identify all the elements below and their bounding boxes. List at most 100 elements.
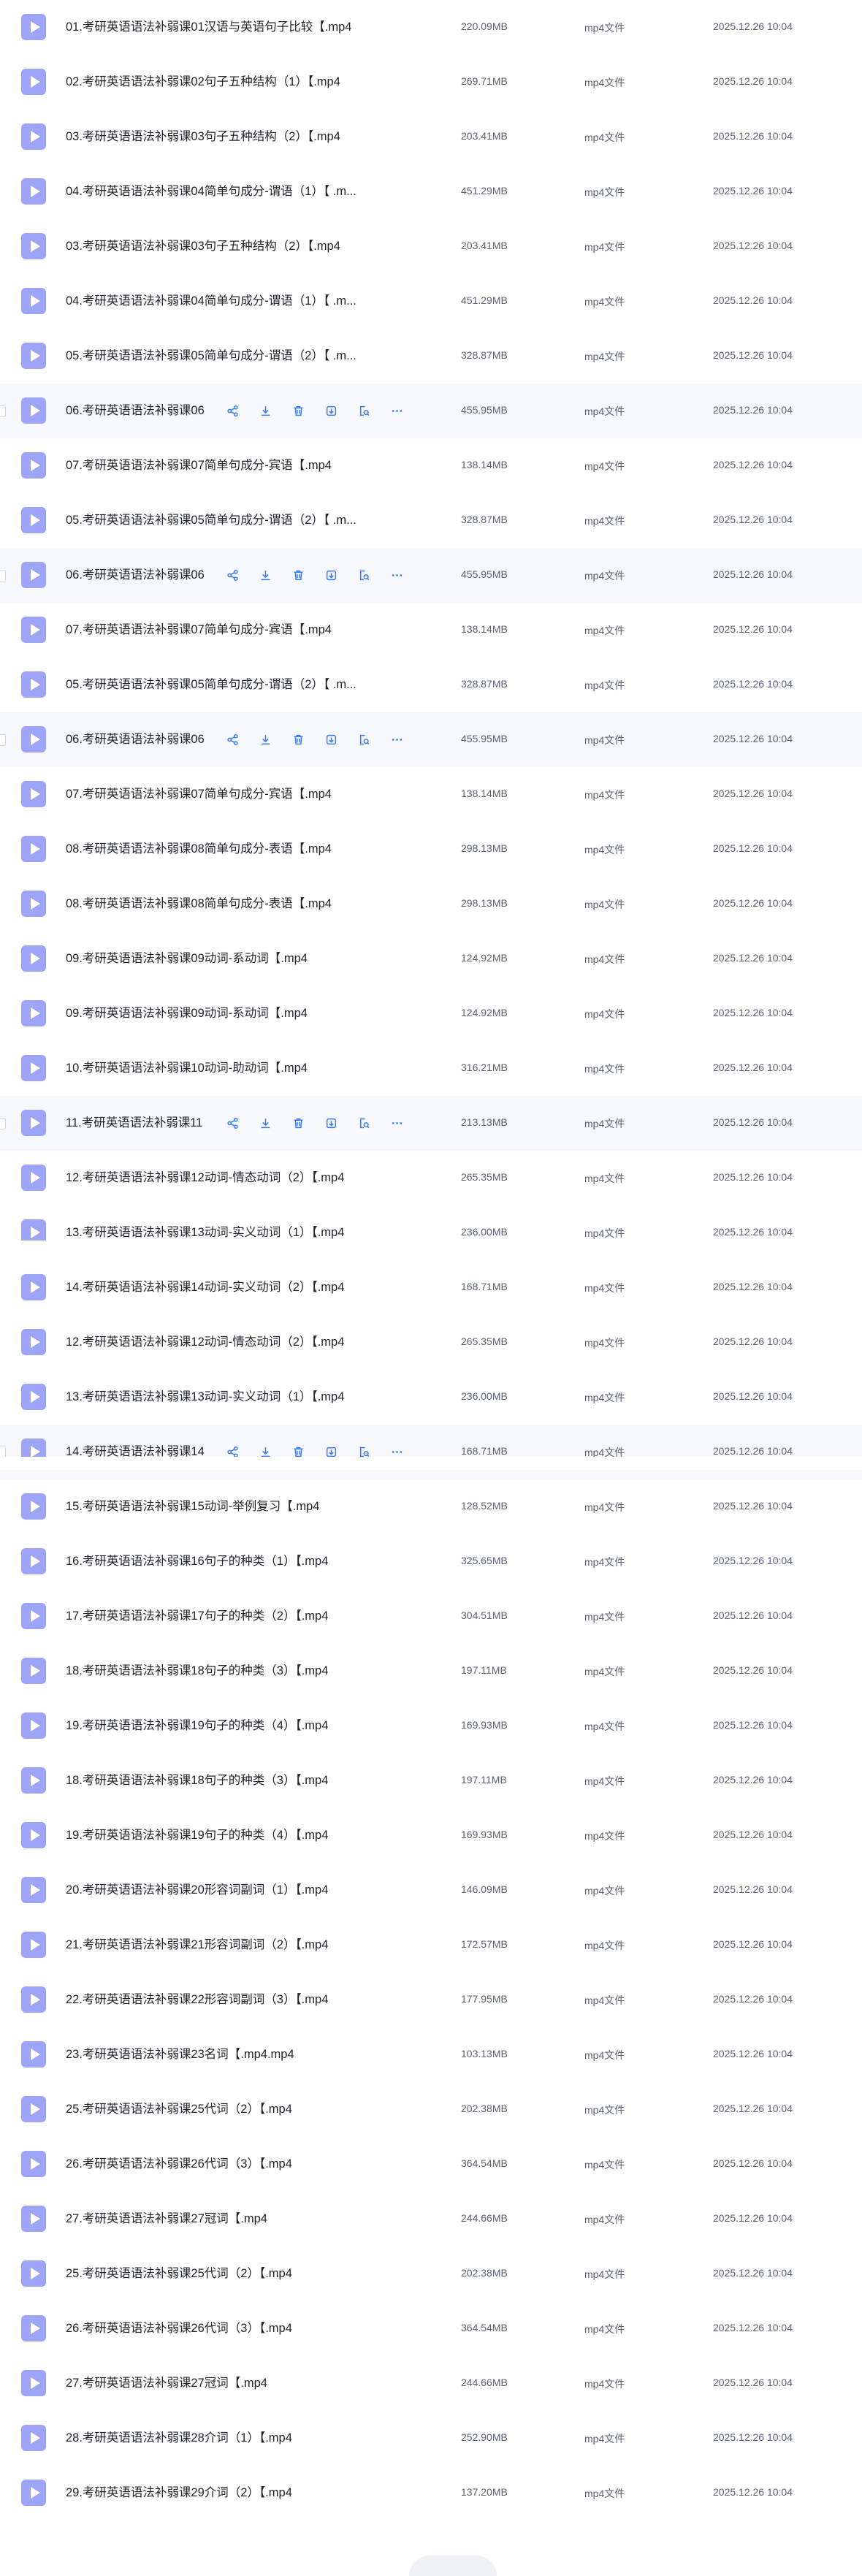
file-row[interactable]: 06.考研英语语法补弱课06 455.95MB mp4文件 2025.12.26 10… (0, 384, 862, 438)
file-name[interactable]: 02.考研英语语法补弱课02句子五种结构（1）【.mp4 (66, 74, 446, 90)
download-icon[interactable] (249, 731, 282, 747)
file-row[interactable]: 21.考研英语语法补弱课21形容词副词（2）【.mp4 172.57MB mp4文件… (0, 1918, 862, 1973)
delete-icon[interactable] (282, 567, 315, 583)
file-name[interactable]: 11.考研英语语法补弱课11 (66, 1115, 212, 1131)
file-row[interactable]: 03.考研英语语法补弱课03句子五种结构（2）【.mp4 203.41MB mp4文… (0, 110, 862, 164)
file-name[interactable]: 06.考研英语语法补弱课06 (66, 731, 212, 747)
file-row[interactable]: 14.考研英语语法补弱课14 168.71MB mp4文件 2025.12.26 10… (0, 1425, 862, 1479)
file-row[interactable]: 04.考研英语语法补弱课04简单句成分-谓语（1）【 .m... 451.29MB… (0, 164, 862, 219)
delete-icon[interactable] (282, 731, 315, 747)
search-file-icon[interactable] (348, 403, 381, 419)
download-icon[interactable] (249, 1115, 282, 1131)
file-name[interactable]: 17.考研英语语法补弱课17句子的种类（2）【.mp4 (66, 1608, 446, 1624)
file-name[interactable]: 05.考研英语语法补弱课05简单句成分-谓语（2）【 .m... (66, 677, 446, 693)
more-icon[interactable] (381, 731, 413, 747)
file-row[interactable]: 17.考研英语语法补弱课17句子的种类（2）【.mp4 304.51MB mp4文件… (0, 1589, 862, 1644)
file-name[interactable]: 25.考研英语语法补弱课25代词（2）【.mp4 (66, 2266, 446, 2282)
file-row[interactable]: 05.考研英语语法补弱课05简单句成分-谓语（2）【 .m... 328.87MB… (0, 493, 862, 548)
file-row[interactable]: 22.考研英语语法补弱课22形容词副词（3）【.mp4 177.95MB mp4文件… (0, 1973, 862, 2027)
download-icon[interactable] (249, 403, 282, 419)
file-name[interactable]: 27.考研英语语法补弱课27冠词【.mp4 (66, 2375, 446, 2391)
file-row[interactable]: 29.考研英语语法补弱课29介词（2）【.mp4 137.20MB mp4文件 202… (0, 2466, 862, 2520)
file-name[interactable]: 10.考研英语语法补弱课10动词-助动词【.mp4 (66, 1060, 446, 1076)
file-name[interactable]: 06.考研英语语法补弱课06 (66, 403, 212, 419)
file-name[interactable]: 03.考研英语语法补弱课03句子五种结构（2）【.mp4 (66, 238, 446, 254)
file-name[interactable]: 06.考研英语语法补弱课06 (66, 567, 212, 583)
file-name[interactable]: 29.考研英语语法补弱课29介词（2）【.mp4 (66, 2485, 446, 2501)
move-icon[interactable] (315, 1115, 348, 1131)
file-name[interactable]: 16.考研英语语法补弱课16句子的种类（1）【.mp4 (66, 1553, 446, 1569)
file-name[interactable]: 20.考研英语语法补弱课20形容词副词（1）【.mp4 (66, 1882, 446, 1898)
row-checkbox[interactable] (0, 570, 6, 582)
file-name[interactable]: 05.考研英语语法补弱课05简单句成分-谓语（2）【 .m... (66, 348, 446, 364)
file-name[interactable]: 19.考研英语语法补弱课19句子的种类（4）【.mp4 (66, 1718, 446, 1734)
file-name[interactable]: 03.考研英语语法补弱课03句子五种结构（2）【.mp4 (66, 129, 446, 145)
file-name[interactable]: 07.考研英语语法补弱课07简单句成分-宾语【.mp4 (66, 622, 446, 638)
scroll-top-button[interactable] (409, 2556, 497, 2576)
file-name[interactable]: 26.考研英语语法补弱课26代词（3）【.mp4 (66, 2320, 446, 2336)
file-row[interactable]: 15.考研英语语法补弱课15动词-举例复习【.mp4 128.52MB mp4文件 2… (0, 1479, 862, 1534)
file-name[interactable]: 18.考研英语语法补弱课18句子的种类（3）【.mp4 (66, 1663, 446, 1679)
file-row[interactable]: 06.考研英语语法补弱课06 455.95MB mp4文件 2025.12.26 10… (0, 712, 862, 767)
file-name[interactable]: 05.考研英语语法补弱课05简单句成分-谓语（2）【 .m... (66, 512, 446, 528)
file-name[interactable]: 04.考研英语语法补弱课04简单句成分-谓语（1）【 .m... (66, 293, 446, 309)
download-icon[interactable] (249, 567, 282, 583)
file-name[interactable]: 26.考研英语语法补弱课26代词（3）【.mp4 (66, 2156, 446, 2172)
file-name[interactable]: 13.考研英语语法补弱课13动词-实义动词（1）【.mp4 (66, 1224, 446, 1241)
file-name[interactable]: 01.考研英语语法补弱课01汉语与英语句子比较【.mp4 (66, 19, 446, 35)
file-name[interactable]: 14.考研英语语法补弱课14动词-实义动词（2）【.mp4 (66, 1279, 446, 1295)
file-name[interactable]: 27.考研英语语法补弱课27冠词【.mp4 (66, 2211, 446, 2227)
file-row[interactable]: 07.考研英语语法补弱课07简单句成分-宾语【.mp4 138.14MB mp4文件… (0, 603, 862, 658)
more-icon[interactable] (381, 403, 413, 419)
file-name[interactable]: 25.考研英语语法补弱课25代词（2）【.mp4 (66, 2101, 446, 2117)
search-file-icon[interactable] (348, 1115, 381, 1131)
file-row[interactable]: 19.考研英语语法补弱课19句子的种类（4）【.mp4 169.93MB mp4文件… (0, 1808, 862, 1863)
file-row[interactable]: 12.考研英语语法补弱课12动词-情态动词（2）【.mp4 265.35MB mp4… (0, 1315, 862, 1370)
file-row[interactable]: 07.考研英语语法补弱课07简单句成分-宾语【.mp4 138.14MB mp4文件… (0, 438, 862, 493)
file-name[interactable]: 22.考研英语语法补弱课22形容词副词（3）【.mp4 (66, 1992, 446, 2008)
row-checkbox[interactable] (0, 734, 6, 746)
file-name[interactable]: 19.考研英语语法补弱课19句子的种类（4）【.mp4 (66, 1827, 446, 1843)
file-row[interactable]: 23.考研英语语法补弱课23名词【.mp4.mp4 103.13MB mp4文件 20… (0, 2027, 862, 2082)
search-file-icon[interactable] (348, 731, 381, 747)
file-name[interactable]: 12.考研英语语法补弱课12动词-情态动词（2）【.mp4 (66, 1334, 446, 1350)
share-icon[interactable] (216, 403, 249, 419)
more-icon[interactable] (381, 567, 413, 583)
file-name[interactable]: 13.考研英语语法补弱课13动词-实义动词（1）【.mp4 (66, 1389, 446, 1405)
file-row[interactable]: 18.考研英语语法补弱课18句子的种类（3）【.mp4 197.11MB mp4文件… (0, 1753, 862, 1808)
file-row[interactable]: 12.考研英语语法补弱课12动词-情态动词（2）【.mp4 265.35MB mp4… (0, 1151, 862, 1205)
file-row[interactable]: 16.考研英语语法补弱课16句子的种类（1）【.mp4 325.65MB mp4文件… (0, 1534, 862, 1589)
file-row[interactable]: 08.考研英语语法补弱课08简单句成分-表语【.mp4 298.13MB mp4文件… (0, 822, 862, 877)
file-name[interactable]: 23.考研英语语法补弱课23名词【.mp4.mp4 (66, 2046, 446, 2062)
share-icon[interactable] (216, 1115, 249, 1131)
row-checkbox[interactable] (0, 405, 6, 417)
file-row[interactable]: 20.考研英语语法补弱课20形容词副词（1）【.mp4 146.09MB mp4文件… (0, 1863, 862, 1918)
move-icon[interactable] (315, 731, 348, 747)
file-row[interactable]: 19.考研英语语法补弱课19句子的种类（4）【.mp4 169.93MB mp4文件… (0, 1699, 862, 1753)
move-icon[interactable] (315, 403, 348, 419)
file-row[interactable]: 13.考研英语语法补弱课13动词-实义动词（1）【.mp4 236.00MB mp4… (0, 1370, 862, 1425)
file-row[interactable]: 04.考研英语语法补弱课04简单句成分-谓语（1）【 .m... 451.29MB… (0, 274, 862, 329)
file-row[interactable]: 28.考研英语语法补弱课28介词（1）【.mp4 252.90MB mp4文件 202… (0, 2411, 862, 2466)
file-name[interactable]: 09.考研英语语法补弱课09动词-系动词【.mp4 (66, 950, 446, 967)
file-name[interactable]: 21.考研英语语法补弱课21形容词副词（2）【.mp4 (66, 1937, 446, 1953)
file-row[interactable]: 03.考研英语语法补弱课03句子五种结构（2）【.mp4 203.41MB mp4文… (0, 219, 862, 274)
file-row[interactable]: 05.考研英语语法补弱课05简单句成分-谓语（2）【 .m... 328.87MB… (0, 329, 862, 384)
file-name[interactable]: 04.考研英语语法补弱课04简单句成分-谓语（1）【 .m... (66, 183, 446, 199)
file-row[interactable]: 02.考研英语语法补弱课02句子五种结构（1）【.mp4 269.71MB mp4文… (0, 55, 862, 110)
file-name[interactable]: 15.考研英语语法补弱课15动词-举例复习【.mp4 (66, 1498, 446, 1514)
file-row[interactable]: 18.考研英语语法补弱课18句子的种类（3）【.mp4 197.11MB mp4文件… (0, 1644, 862, 1699)
file-row[interactable]: 01.考研英语语法补弱课01汉语与英语句子比较【.mp4 220.09MB mp4文… (0, 0, 862, 55)
file-name[interactable]: 18.考研英语语法补弱课18句子的种类（3）【.mp4 (66, 1772, 446, 1788)
file-row[interactable]: 09.考研英语语法补弱课09动词-系动词【.mp4 124.92MB mp4文件 20… (0, 931, 862, 986)
file-row[interactable]: 25.考研英语语法补弱课25代词（2）【.mp4 202.38MB mp4文件 202… (0, 2082, 862, 2137)
file-row[interactable]: 09.考研英语语法补弱课09动词-系动词【.mp4 124.92MB mp4文件 20… (0, 986, 862, 1041)
file-row[interactable]: 05.考研英语语法补弱课05简单句成分-谓语（2）【 .m... 328.87MB… (0, 658, 862, 712)
file-row[interactable]: 26.考研英语语法补弱课26代词（3）【.mp4 364.54MB mp4文件 202… (0, 2301, 862, 2356)
file-name[interactable]: 09.考研英语语法补弱课09动词-系动词【.mp4 (66, 1005, 446, 1021)
file-row[interactable]: 06.考研英语语法补弱课06 455.95MB mp4文件 2025.12.26 10… (0, 548, 862, 603)
file-row[interactable]: 11.考研英语语法补弱课11 213.13MB mp4文件 2025.12.26 10… (0, 1096, 862, 1151)
file-row[interactable]: 25.考研英语语法补弱课25代词（2）【.mp4 202.38MB mp4文件 202… (0, 2247, 862, 2301)
row-checkbox[interactable] (0, 1118, 6, 1129)
share-icon[interactable] (216, 567, 249, 583)
